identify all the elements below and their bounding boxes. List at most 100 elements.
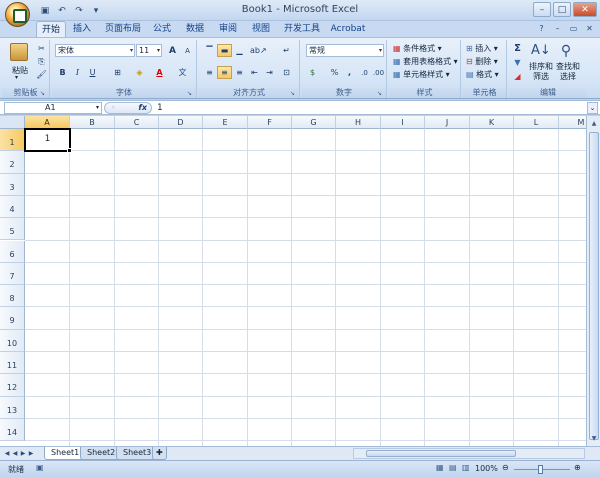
zoom-level[interactable]: 100% bbox=[475, 464, 498, 473]
zoom-out-icon[interactable]: ⊖ bbox=[502, 463, 509, 472]
insert-cells-button[interactable]: ⊞ 插入 ▾ bbox=[466, 43, 498, 54]
next-sheet-icon[interactable]: ▶ bbox=[19, 448, 27, 459]
tab-data[interactable]: 数据 bbox=[183, 21, 207, 37]
align-left-icon[interactable]: ≡ bbox=[202, 66, 217, 79]
phonetic-button[interactable]: 文 bbox=[175, 66, 190, 79]
fill-handle[interactable] bbox=[67, 148, 72, 154]
column-header-l[interactable]: L bbox=[514, 116, 559, 129]
row-header-10[interactable]: 10 bbox=[0, 329, 25, 352]
tab-view[interactable]: 视图 bbox=[249, 21, 273, 37]
scroll-down-icon[interactable]: ▼ bbox=[588, 433, 600, 444]
find-select-label[interactable]: 查找和 选择 bbox=[556, 62, 580, 82]
fx-icon[interactable]: fx bbox=[138, 103, 147, 113]
row-header-6[interactable]: 6 bbox=[0, 240, 25, 263]
column-header-f[interactable]: F bbox=[248, 116, 292, 129]
tab-insert[interactable]: 插入 bbox=[70, 21, 94, 37]
align-middle-icon[interactable]: ▬ bbox=[217, 44, 232, 57]
increase-decimal-icon[interactable]: .0 bbox=[357, 66, 372, 79]
row-header-9[interactable]: 9 bbox=[0, 307, 25, 330]
page-layout-view-icon[interactable]: ▤ bbox=[449, 463, 457, 472]
column-header-h[interactable]: H bbox=[336, 116, 381, 129]
column-header-d[interactable]: D bbox=[159, 116, 203, 129]
normal-view-icon[interactable]: ▦ bbox=[436, 463, 444, 472]
column-header-m[interactable]: M bbox=[559, 116, 586, 129]
formula-input[interactable]: 1 bbox=[157, 103, 163, 113]
zoom-slider-knob[interactable] bbox=[538, 465, 543, 474]
tab-acrobat[interactable]: Acrobat bbox=[328, 21, 368, 37]
row-header-4[interactable]: 4 bbox=[0, 195, 25, 219]
ribbon-restore-icon[interactable]: ▭ bbox=[568, 23, 579, 34]
column-header-i[interactable]: I bbox=[381, 116, 425, 129]
font-launcher-icon[interactable]: ↘ bbox=[187, 90, 194, 97]
tab-developer[interactable]: 开发工具 bbox=[282, 21, 322, 37]
increase-indent-icon[interactable]: ⇥ bbox=[262, 66, 277, 79]
cell-styles-button[interactable]: ▦ 单元格样式 ▾ bbox=[393, 69, 450, 80]
cut-icon[interactable]: ✂ bbox=[34, 42, 49, 55]
fill-color-icon[interactable]: ◈ bbox=[132, 66, 147, 79]
clipboard-launcher-icon[interactable]: ↘ bbox=[40, 90, 47, 97]
wrap-text-icon[interactable]: ↵ bbox=[279, 44, 294, 57]
font-name-select[interactable]: 宋体 ▾ bbox=[55, 44, 135, 57]
ribbon-minimize-icon[interactable]: – bbox=[552, 23, 563, 34]
zoom-in-icon[interactable]: ⊕ bbox=[574, 463, 581, 472]
row-header-13[interactable]: 13 bbox=[0, 396, 25, 419]
format-as-table-button[interactable]: ▦ 套用表格格式 ▾ bbox=[393, 56, 458, 67]
number-launcher-icon[interactable]: ↘ bbox=[377, 90, 384, 97]
align-top-icon[interactable]: ▔ bbox=[202, 44, 217, 57]
autosum-button[interactable]: Σ bbox=[510, 42, 525, 55]
copy-icon[interactable]: ⎘ bbox=[34, 55, 49, 68]
alignment-launcher-icon[interactable]: ↘ bbox=[290, 90, 297, 97]
row-header-12[interactable]: 12 bbox=[0, 374, 25, 397]
sort-filter-label[interactable]: 排序和 筛选 bbox=[529, 62, 553, 82]
merge-center-icon[interactable]: ⊡ bbox=[279, 66, 294, 79]
decrease-indent-icon[interactable]: ⇤ bbox=[247, 66, 262, 79]
paste-dropdown-icon[interactable]: ▾ bbox=[15, 74, 18, 81]
insert-function-button[interactable]: ◦ fx bbox=[104, 102, 152, 114]
maximize-button[interactable]: □ bbox=[553, 2, 571, 17]
minimize-button[interactable]: – bbox=[533, 2, 551, 17]
align-center-icon[interactable]: ≡ bbox=[217, 66, 232, 79]
worksheet-grid[interactable]: A B C D E F G H I J K L M 1 2 3 4 5 6 7 8 9 10 11 12 13 14 1 bbox=[0, 116, 586, 446]
vertical-scroll-thumb[interactable] bbox=[589, 132, 599, 440]
currency-icon[interactable]: $ bbox=[305, 66, 320, 79]
tab-home[interactable]: 开始 bbox=[36, 21, 66, 37]
clear-icon[interactable]: ◢ bbox=[510, 70, 525, 83]
office-button[interactable] bbox=[5, 2, 30, 27]
orientation-icon[interactable]: ab↗ bbox=[249, 44, 267, 57]
comma-button[interactable]: , bbox=[342, 66, 357, 79]
row-header-7[interactable]: 7 bbox=[0, 262, 25, 286]
help-icon[interactable]: ? bbox=[536, 23, 547, 34]
last-sheet-icon[interactable]: ▶ bbox=[27, 448, 35, 459]
column-header-c[interactable]: C bbox=[115, 116, 159, 129]
find-select-icon[interactable]: ⚲ bbox=[557, 42, 575, 60]
align-bottom-icon[interactable]: ▁ bbox=[232, 44, 247, 57]
column-header-e[interactable]: E bbox=[203, 116, 248, 129]
decrease-decimal-icon[interactable]: .00 bbox=[371, 66, 386, 79]
italic-button[interactable]: I bbox=[70, 66, 85, 79]
font-color-button[interactable]: A bbox=[152, 66, 167, 79]
insert-sheet-icon[interactable]: ✚ bbox=[152, 447, 167, 460]
delete-cells-button[interactable]: ⊟ 删除 ▾ bbox=[466, 56, 498, 67]
shrink-font-button[interactable]: A bbox=[180, 44, 195, 57]
number-format-select[interactable]: 常规 ▾ bbox=[306, 44, 384, 57]
page-break-view-icon[interactable]: ▥ bbox=[462, 463, 470, 472]
row-header-5[interactable]: 5 bbox=[0, 218, 25, 241]
bold-button[interactable]: B bbox=[55, 66, 70, 79]
name-box[interactable]: A1 ▾ bbox=[4, 102, 102, 114]
tab-page-layout[interactable]: 页面布局 bbox=[102, 21, 144, 37]
row-header-2[interactable]: 2 bbox=[0, 151, 25, 174]
fill-icon[interactable]: ▼ bbox=[510, 56, 525, 69]
vertical-scrollbar[interactable]: ▲ ▼ bbox=[586, 116, 600, 446]
row-header-1[interactable]: 1 bbox=[0, 129, 25, 152]
row-header-3[interactable]: 3 bbox=[0, 173, 25, 196]
column-header-j[interactable]: J bbox=[425, 116, 470, 129]
scroll-up-icon[interactable]: ▲ bbox=[588, 118, 600, 129]
align-right-icon[interactable]: ≡ bbox=[232, 66, 247, 79]
sort-filter-icon[interactable]: A↓ bbox=[531, 42, 551, 60]
column-header-g[interactable]: G bbox=[292, 116, 336, 129]
prev-sheet-icon[interactable]: ◀ bbox=[11, 448, 19, 459]
column-header-k[interactable]: K bbox=[470, 116, 514, 129]
row-header-8[interactable]: 8 bbox=[0, 285, 25, 308]
first-sheet-icon[interactable]: ◀ bbox=[3, 448, 11, 459]
row-header-14[interactable]: 14 bbox=[0, 418, 25, 442]
